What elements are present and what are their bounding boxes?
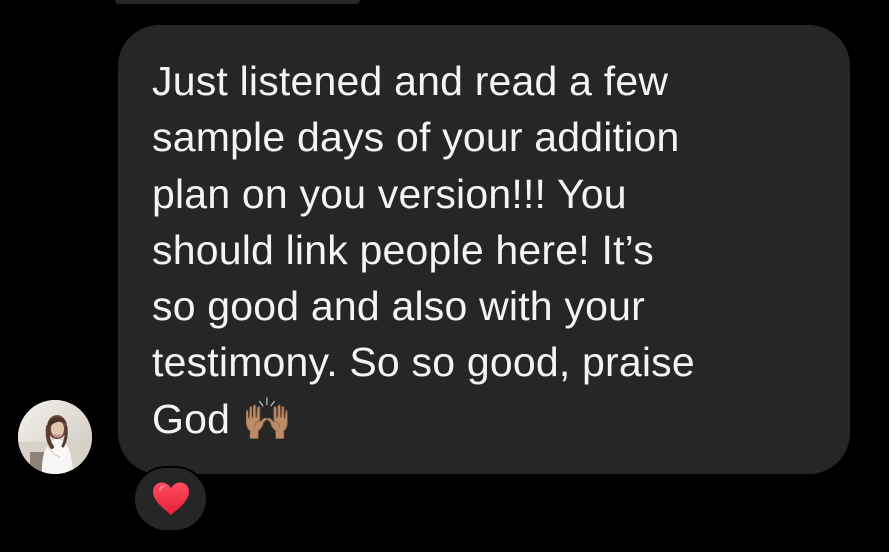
direct-message-screen: Just listened and read a few sample days…	[0, 0, 889, 552]
message-text: Just listened and read a few sample days…	[152, 58, 695, 442]
message-row: Just listened and read a few sample days…	[0, 0, 889, 552]
incoming-message-bubble[interactable]: Just listened and read a few sample days…	[118, 25, 850, 474]
red-heart-icon	[152, 482, 189, 515]
profile-photo-icon	[18, 400, 92, 474]
reaction-badge[interactable]	[133, 466, 208, 532]
sender-avatar[interactable]	[18, 400, 92, 474]
